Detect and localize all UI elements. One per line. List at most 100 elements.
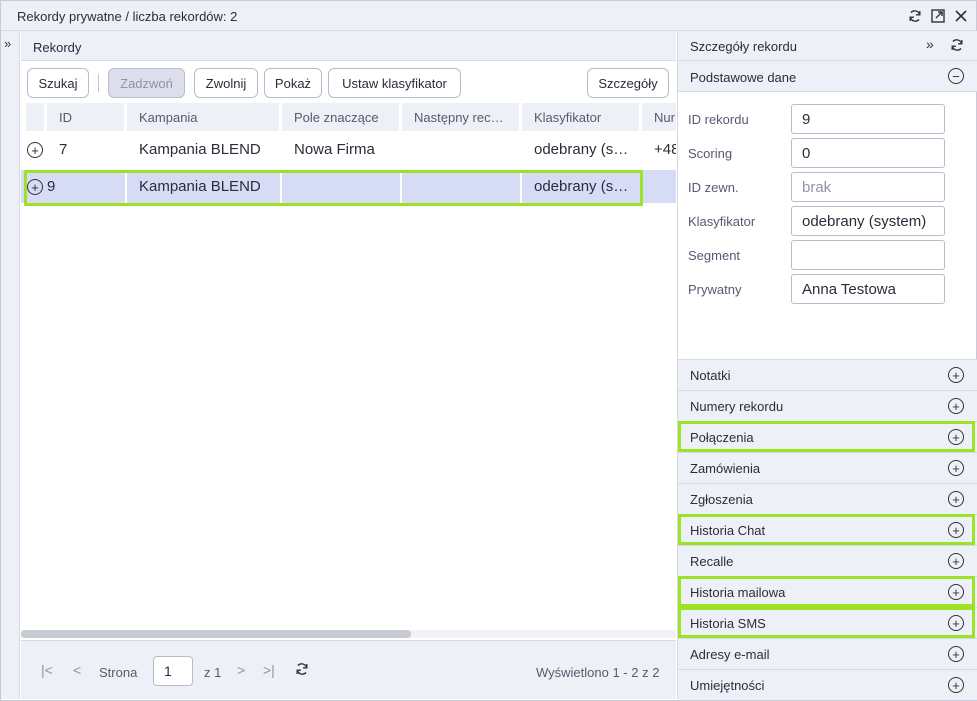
expand-section-icon[interactable]: + [948,367,964,383]
section-orders[interactable]: Zamówienia + [678,452,977,483]
expand-section-icon[interactable]: + [948,398,964,414]
expander-column-header [26,103,44,131]
expand-section-icon[interactable]: + [948,429,964,445]
section-tickets[interactable]: Zgłoszenia + [678,483,977,514]
collapse-section-icon[interactable]: − [948,68,964,84]
expand-section-icon[interactable]: + [948,615,964,631]
private-label: Prywatny [688,282,742,297]
column-header-number[interactable]: Nur [642,103,676,131]
refresh-icon[interactable] [295,662,309,679]
cell-number: +48 [654,141,676,158]
cell-number [642,170,676,203]
next-page-icon[interactable]: > [237,662,245,678]
prev-page-icon[interactable]: < [73,662,81,678]
section-label: Umiejętności [690,678,765,693]
section-label: Recalle [690,554,734,569]
section-email-history[interactable]: Historia mailowa + [678,576,977,607]
basic-data-section-header[interactable]: Podstawowe dane − [678,61,977,92]
records-window: Rekordy prywatne / liczba rekordów: 2 » … [0,0,977,701]
form-row-scoring: Scoring 0 [678,138,977,168]
form-row-external-id: ID zewn. brak [678,172,977,202]
section-recalls[interactable]: Recalle + [678,545,977,576]
details-panel-header: Szczegóły rekordu » [678,31,977,61]
scrollbar-thumb[interactable] [21,630,411,638]
external-id-label: ID zewn. [688,180,739,195]
form-row-classifier: Klasyfikator odebrany (system) [678,206,977,236]
records-panel-header: Rekordy [21,31,676,61]
column-header-id[interactable]: ID [47,103,124,131]
popout-icon[interactable] [928,6,948,26]
expand-section-icon[interactable]: + [948,491,964,507]
cell-significant-field: Nowa Firma [294,141,375,158]
close-icon[interactable] [951,6,971,26]
form-row-segment: Segment [678,240,977,270]
refresh-icon[interactable] [950,38,964,55]
horizontal-scrollbar[interactable] [21,630,676,638]
records-panel: Rekordy Szukaj Zadzwoń Zwolnij Pokaż Ust… [21,31,676,699]
records-grid: ID Kampania Pole znaczące Następny rec… … [21,101,676,631]
section-label: Adresy e-mail [690,647,770,662]
expand-section-icon[interactable]: + [948,522,964,538]
column-header-campaign[interactable]: Kampania [127,103,279,131]
title-bar: Rekordy prywatne / liczba rekordów: 2 [1,1,976,31]
section-label: Połączenia [690,430,754,445]
expand-section-icon[interactable]: + [948,584,964,600]
expand-section-icon[interactable]: + [948,553,964,569]
expand-section-icon[interactable]: + [948,460,964,476]
last-page-icon[interactable]: >| [263,662,275,678]
column-header-next-recall[interactable]: Następny rec… [402,103,519,131]
expand-row-icon[interactable]: + [27,179,43,195]
set-classifier-button[interactable]: Ustaw klasyfikator [328,68,461,98]
section-label: Historia Chat [690,523,766,538]
refresh-icon[interactable] [905,6,925,26]
table-row[interactable]: + 7 Kampania BLEND Nowa Firma odebrany (… [21,133,676,166]
search-button[interactable]: Szukaj [27,68,89,98]
section-record-numbers[interactable]: Numery rekordu + [678,390,977,421]
expand-chevrons-icon[interactable]: » [4,36,11,51]
cell-next-recall [402,133,522,166]
section-label: Historia mailowa [690,585,786,600]
section-chat-history[interactable]: Historia Chat + [678,514,977,545]
column-header-significant-field[interactable]: Pole znaczące [282,103,399,131]
window-title: Rekordy prywatne / liczba rekordów: 2 [17,9,238,24]
cell-next-recall [402,170,522,203]
show-button[interactable]: Pokaż [264,68,322,98]
section-label: Numery rekordu [690,399,784,414]
classifier-label: Klasyfikator [688,214,756,229]
private-owner-field[interactable]: Anna Testowa [791,274,945,304]
expand-section-icon[interactable]: + [948,646,964,662]
call-button[interactable]: Zadzwoń [108,68,185,98]
page-number-input[interactable] [153,656,193,686]
expand-section-icon[interactable]: + [948,677,964,693]
release-button[interactable]: Zwolnij [194,68,258,98]
section-connections[interactable]: Połączenia + [678,421,977,452]
section-sms-history[interactable]: Historia SMS + [678,607,977,638]
section-label: Historia SMS [690,616,766,631]
collapse-chevrons-icon[interactable]: » [926,36,934,52]
section-skills[interactable]: Umiejętności + [678,669,977,700]
classifier-field[interactable]: odebrany (system) [791,206,945,236]
records-panel-title: Rekordy [33,40,82,55]
first-page-icon[interactable]: |< [41,662,53,678]
expand-row-icon[interactable]: + [27,142,43,158]
form-row-private: Prywatny Anna Testowa [678,274,977,304]
column-header-classifier[interactable]: Klasyfikator [522,103,639,131]
cell-classifier: odebrany (s… [534,141,629,158]
scoring-label: Scoring [688,146,733,161]
left-collapse-strip: » [1,31,20,699]
page-label: Strona [99,665,138,680]
segment-field[interactable] [791,240,945,270]
table-row-selected[interactable]: 9 + Kampania BLEND odebrany (s… [21,170,676,203]
grid-header: ID Kampania Pole znaczące Następny rec… … [21,101,676,131]
external-id-field[interactable]: brak [791,172,945,202]
scoring-field[interactable]: 0 [791,138,945,168]
record-id-field[interactable]: 9 [791,104,945,134]
cell-id: 7 [59,141,68,158]
pager: |< < Strona z 1 > >| Wyświetlono 1 - 2 z… [21,640,676,699]
section-label: Notatki [690,368,731,383]
section-email-addresses[interactable]: Adresy e-mail + [678,638,977,669]
cell-campaign: Kampania BLEND [127,170,282,203]
details-button[interactable]: Szczegóły [587,68,669,98]
details-panel-title: Szczegóły rekordu [690,39,797,54]
section-notes[interactable]: Notatki + [678,359,977,390]
